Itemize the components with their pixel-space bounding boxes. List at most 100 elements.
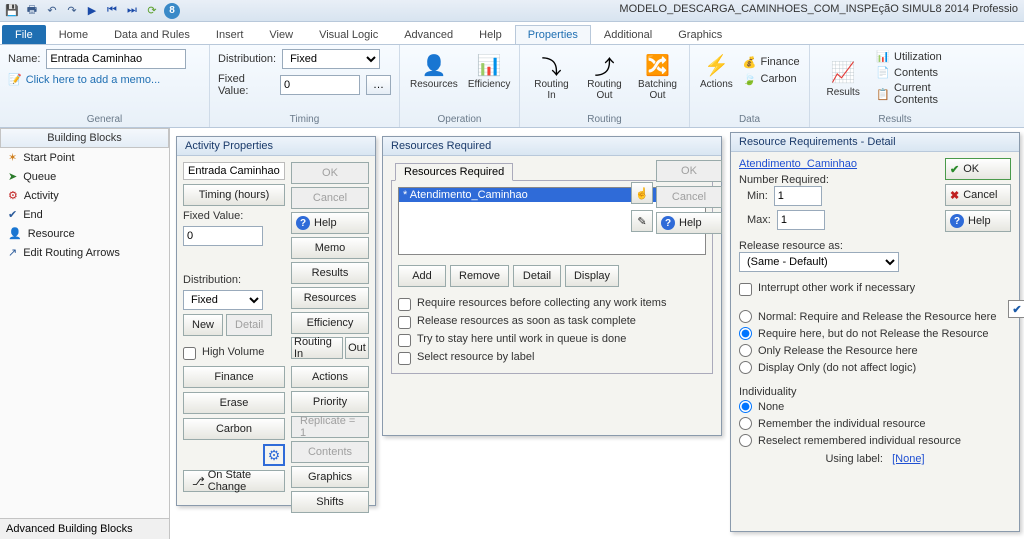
side-check-icon[interactable]: ✔ xyxy=(1008,300,1024,318)
resources-button[interactable]: 👤Resources xyxy=(408,49,460,92)
ap-memo-button[interactable]: Memo xyxy=(291,237,369,259)
rr-detail-button[interactable]: Detail xyxy=(513,265,561,287)
radio-normal[interactable]: Normal: Require and Release the Resource… xyxy=(739,308,1011,325)
shifts-button[interactable]: Shifts xyxy=(291,491,369,513)
tab-insert[interactable]: Insert xyxy=(203,25,257,44)
rewind-icon[interactable]: ⏮ xyxy=(104,3,120,19)
ap-ok-button: OK xyxy=(291,162,369,184)
rd-help-button[interactable]: ?Help xyxy=(945,210,1011,232)
tab-file[interactable]: File xyxy=(2,25,46,44)
fixed-value-more-button[interactable]: … xyxy=(366,75,391,95)
release-asap-check[interactable]: Release resources as soon as task comple… xyxy=(398,313,706,331)
bb-queue[interactable]: ➤Queue xyxy=(0,167,169,186)
routing-out-button[interactable]: ⤴Routing Out xyxy=(581,49,628,103)
tab-advanced[interactable]: Advanced xyxy=(391,25,466,44)
current-contents-button[interactable]: 📋Current Contents xyxy=(874,81,972,107)
bb-start-point[interactable]: ✶Start Point xyxy=(0,148,169,167)
radio-release-only[interactable]: Only Release the Resource here xyxy=(739,342,1011,359)
radio-display-only[interactable]: Display Only (do not affect logic) xyxy=(739,359,1011,376)
ap-actions-button[interactable]: Actions xyxy=(291,366,369,388)
efficiency-button[interactable]: 📊Efficiency xyxy=(466,49,513,92)
ap-graphics-button[interactable]: Graphics xyxy=(291,466,369,488)
play-icon[interactable]: ▶ xyxy=(84,3,100,19)
tab-additional[interactable]: Additional xyxy=(591,25,665,44)
interrupt-check[interactable]: Interrupt other work if necessary xyxy=(739,280,1011,298)
ap-help-button[interactable]: ?Help xyxy=(291,212,369,234)
resources-required-tab[interactable]: Resources Required xyxy=(395,163,513,181)
batching-out-button[interactable]: 🔀Batching Out xyxy=(634,49,681,103)
radio-require-only[interactable]: Require here, but do not Release the Res… xyxy=(739,325,1011,342)
ap-routing-in-button[interactable]: Routing In xyxy=(291,337,343,359)
contents-button[interactable]: 📄Contents xyxy=(874,65,972,80)
distribution-select[interactable]: Fixed xyxy=(282,49,380,69)
max-input[interactable] xyxy=(777,210,825,230)
release-as-select[interactable]: (Same - Default) xyxy=(739,252,899,272)
bb-end[interactable]: ✔End xyxy=(0,205,169,224)
tab-view[interactable]: View xyxy=(256,25,306,44)
require-before-check[interactable]: Require resources before collecting any … xyxy=(398,295,706,313)
rd-cancel-button[interactable]: ✖Cancel xyxy=(945,184,1011,206)
finance-button[interactable]: 💰Finance xyxy=(741,55,802,70)
min-input[interactable] xyxy=(774,186,822,206)
new-button[interactable]: New xyxy=(183,314,223,336)
resource-link[interactable]: Atendimento_Caminhao xyxy=(739,158,857,170)
radio-indiv-none[interactable]: None xyxy=(739,398,1011,415)
radio-indiv-reselect[interactable]: Reselect remembered individual resource xyxy=(739,432,1011,449)
routing-in-button[interactable]: ⤵Routing In xyxy=(528,49,575,103)
undo-icon[interactable]: ↶ xyxy=(44,3,60,19)
simul8-icon[interactable]: 8 xyxy=(164,3,180,19)
select-by-label-check[interactable]: Select resource by label xyxy=(398,349,706,367)
ap-fixed-input[interactable] xyxy=(183,226,263,246)
refresh-icon[interactable]: ⟳ xyxy=(144,3,160,19)
radio-indiv-remember[interactable]: Remember the individual resource xyxy=(739,415,1011,432)
stay-here-check[interactable]: Try to stay here until work in queue is … xyxy=(398,331,706,349)
ap-carbon-button[interactable]: Carbon xyxy=(183,418,285,440)
ap-efficiency-button[interactable]: Efficiency xyxy=(291,312,369,334)
rr-help-button[interactable]: ?Help xyxy=(656,212,722,234)
ap-resources-button[interactable]: Resources xyxy=(291,287,369,309)
advanced-building-blocks[interactable]: Advanced Building Blocks xyxy=(0,518,169,539)
rd-ok-button[interactable]: ✔OK xyxy=(945,158,1011,180)
add-memo-link[interactable]: 📝 Click here to add a memo... xyxy=(8,73,201,86)
bb-activity[interactable]: ⚙Activity xyxy=(0,186,169,205)
priority-button[interactable]: Priority xyxy=(291,391,369,413)
gear-icon[interactable]: ⚙ xyxy=(263,444,285,466)
tab-home[interactable]: Home xyxy=(46,25,101,44)
actions-button[interactable]: ⚡Actions xyxy=(698,49,735,92)
skip-icon[interactable]: ⏭ xyxy=(124,3,140,19)
remove-button[interactable]: Remove xyxy=(450,265,509,287)
results-button[interactable]: 📈Results xyxy=(818,57,868,100)
bb-edit-routing[interactable]: ↗Edit Routing Arrows xyxy=(0,243,169,262)
print-icon[interactable]: 🖶 xyxy=(24,3,40,19)
tab-graphics[interactable]: Graphics xyxy=(665,25,735,44)
utilization-button[interactable]: 📊Utilization xyxy=(874,49,972,64)
add-button[interactable]: Add xyxy=(398,265,446,287)
tab-properties[interactable]: Properties xyxy=(515,25,591,44)
move-up-button[interactable]: ☝ xyxy=(631,182,653,204)
on-state-change-button[interactable]: ⎇ On State Change xyxy=(183,470,285,492)
name-input[interactable] xyxy=(46,49,186,69)
carbon-button[interactable]: 🍃Carbon xyxy=(741,72,802,87)
redo-icon[interactable]: ↷ xyxy=(64,3,80,19)
timing-hours-button[interactable]: Timing (hours) xyxy=(183,184,285,206)
fixed-value-input[interactable] xyxy=(280,75,360,95)
high-volume-check[interactable]: High Volume xyxy=(183,344,285,362)
display-button[interactable]: Display xyxy=(565,265,619,287)
ap-finance-button[interactable]: Finance xyxy=(183,366,285,388)
using-label-link[interactable]: [None] xyxy=(892,453,924,465)
save-icon[interactable]: 💾 xyxy=(4,3,20,19)
erase-button[interactable]: Erase xyxy=(183,392,285,414)
activity-name-field[interactable]: Entrada Caminhao xyxy=(183,162,285,180)
ap-results-button[interactable]: Results xyxy=(291,262,369,284)
tab-data-rules[interactable]: Data and Rules xyxy=(101,25,203,44)
tab-visual-logic[interactable]: Visual Logic xyxy=(306,25,391,44)
bb-resource[interactable]: 👤Resource xyxy=(0,224,169,243)
bb-label: Queue xyxy=(23,171,56,183)
max-label: Max: xyxy=(747,214,771,226)
edit-button[interactable]: ✎ xyxy=(631,210,653,232)
ap-routing-out-button[interactable]: Out xyxy=(345,337,369,359)
ap-contents-button: Contents xyxy=(291,441,369,463)
help-icon: ? xyxy=(950,214,964,228)
tab-help[interactable]: Help xyxy=(466,25,515,44)
ap-dist-select[interactable]: Fixed xyxy=(183,290,263,310)
